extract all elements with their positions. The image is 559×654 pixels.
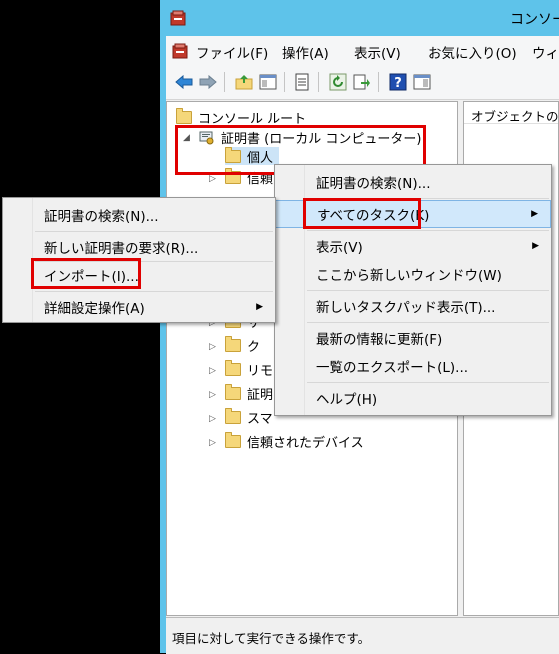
show-action-pane-button[interactable]: [412, 72, 432, 92]
tree-node-folder[interactable]: スマ: [225, 407, 273, 427]
context-menu: 証明書の検索(N)... すべてのタスク(K) ▶ 表示(V) ▶ ここから新しいウ…: [274, 164, 552, 416]
tree-node-console-root[interactable]: コンソール ルート: [176, 107, 307, 127]
submenu-item-import[interactable]: インポート(I)...: [3, 261, 275, 289]
submenu-arrow-icon: ▶: [531, 209, 538, 219]
back-arrow-icon: [175, 75, 193, 89]
expand-arrow-icon[interactable]: ▷: [209, 438, 216, 448]
folder-icon: [225, 335, 241, 352]
tree-node-label: 信頼: [247, 171, 274, 187]
export-list-button[interactable]: [352, 72, 372, 92]
help-button[interactable]: ?: [388, 72, 408, 92]
menu-item-all-tasks[interactable]: すべてのタスク(K) ▶: [275, 200, 551, 228]
submenu-item-advanced-operations[interactable]: 詳細設定操作(A) ▶: [3, 293, 275, 321]
tree-node-trusted-root[interactable]: 信頼: [225, 167, 274, 187]
expand-arrow-icon[interactable]: ▷: [209, 174, 216, 184]
expand-arrow-icon[interactable]: ▷: [209, 390, 216, 400]
column-header[interactable]: オブジェクトの種: [464, 102, 558, 124]
folder-icon: [225, 407, 241, 424]
menu-separator: [35, 291, 273, 292]
tree-node-certificates-local[interactable]: 証明書 (ローカル コンピューター): [199, 128, 422, 147]
window-title: コンソー: [510, 12, 559, 28]
svg-text:?: ?: [394, 76, 402, 91]
menu-favorites[interactable]: お気に入り(O): [428, 42, 517, 62]
menu-file[interactable]: ファイル(F): [196, 42, 268, 62]
forward-button[interactable]: [198, 72, 218, 92]
menu-item-new-window[interactable]: ここから新しいウィンドウ(W): [275, 260, 551, 288]
refresh-icon: [329, 73, 347, 91]
menu-separator: [307, 230, 549, 231]
console-menu-icon[interactable]: [172, 43, 188, 59]
tree-node-label: ク: [247, 339, 261, 355]
menu-item-help[interactable]: ヘルプ(H): [275, 384, 551, 412]
menu-item-new-taskpad[interactable]: 新しいタスクパッド表示(T)...: [275, 292, 551, 320]
toolbar-separator: [284, 72, 285, 92]
tree-node-label: 信頼されたデバイス: [247, 435, 364, 451]
folder-icon: [225, 146, 241, 163]
refresh-button[interactable]: [328, 72, 348, 92]
folder-icon: [225, 383, 241, 400]
expand-arrow-icon[interactable]: ▷: [209, 414, 216, 424]
menu-action[interactable]: 操作(A): [282, 42, 329, 62]
all-tasks-submenu: 証明書の検索(N)... 新しい証明書の要求(R)... インポート(I)...…: [2, 197, 276, 323]
toolbar-separator: [378, 72, 379, 92]
properties-button[interactable]: [292, 72, 312, 92]
expand-arrow-icon[interactable]: ▷: [209, 342, 216, 352]
menu-window[interactable]: ウィ: [532, 42, 559, 62]
mmc-app-icon: [170, 10, 186, 26]
menu-view[interactable]: 表示(V): [354, 42, 401, 62]
menu-separator: [307, 322, 549, 323]
expand-arrow-icon[interactable]: ▷: [209, 366, 216, 376]
menu-item-view[interactable]: 表示(V) ▶: [275, 232, 551, 260]
tree-node-folder[interactable]: 証明: [225, 383, 274, 403]
menu-bar: ファイル(F) 操作(A) 表示(V) お気に入り(O) ウィ: [166, 36, 559, 66]
tree-node-label: スマ: [247, 411, 273, 427]
tree-node-label: 個人: [247, 150, 274, 166]
menu-separator: [35, 231, 273, 232]
menu-item-find-certificates[interactable]: 証明書の検索(N)...: [275, 168, 551, 196]
menu-separator: [307, 290, 549, 291]
tree-node-label: 証明: [247, 387, 274, 403]
tree-node-label: リモ: [247, 363, 274, 379]
folder-icon: [225, 431, 241, 448]
tree-node-label: 証明書 (ローカル コンピューター): [221, 131, 422, 147]
folder-up-icon: [235, 75, 253, 90]
certificate-store-icon: [199, 131, 214, 145]
tree-node-personal[interactable]: 個人: [225, 146, 280, 166]
help-icon: ?: [389, 73, 407, 91]
back-button[interactable]: [174, 72, 194, 92]
show-hide-tree-button[interactable]: [258, 72, 278, 92]
folder-icon: [176, 107, 192, 124]
tree-node-trusted-devices[interactable]: 信頼されたデバイス: [225, 431, 364, 451]
toolbar-separator: [318, 72, 319, 92]
tree-node-folder[interactable]: ク: [225, 335, 261, 355]
title-bar[interactable]: コンソー: [160, 0, 559, 36]
collapse-arrow-icon[interactable]: ◢: [183, 133, 190, 143]
forward-arrow-icon: [199, 75, 217, 89]
submenu-arrow-icon: ▶: [256, 302, 263, 312]
up-level-button[interactable]: [234, 72, 254, 92]
menu-item-export-list[interactable]: 一覧のエクスポート(L)...: [275, 352, 551, 380]
console-tree-icon: [259, 74, 277, 90]
submenu-arrow-icon: ▶: [532, 241, 539, 251]
tree-node-folder[interactable]: リモ: [225, 359, 274, 379]
folder-icon: [225, 167, 241, 184]
folder-icon: [225, 359, 241, 376]
menu-item-refresh[interactable]: 最新の情報に更新(F): [275, 324, 551, 352]
submenu-item-request-new-certificate[interactable]: 新しい証明書の要求(R)...: [3, 233, 275, 261]
action-pane-icon: [413, 74, 431, 90]
submenu-item-find-certificates[interactable]: 証明書の検索(N)...: [3, 201, 275, 229]
menu-separator: [307, 198, 549, 199]
status-text: 項目に対して実行できる操作です。: [172, 631, 371, 646]
document-icon: [295, 73, 309, 91]
menu-separator: [307, 382, 549, 383]
status-bar: 項目に対して実行できる操作です。: [166, 617, 559, 654]
toolbar-separator: [224, 72, 225, 92]
tree-node-label: コンソール ルート: [198, 111, 307, 127]
export-icon: [353, 74, 370, 90]
toolbar: ?: [166, 66, 559, 100]
